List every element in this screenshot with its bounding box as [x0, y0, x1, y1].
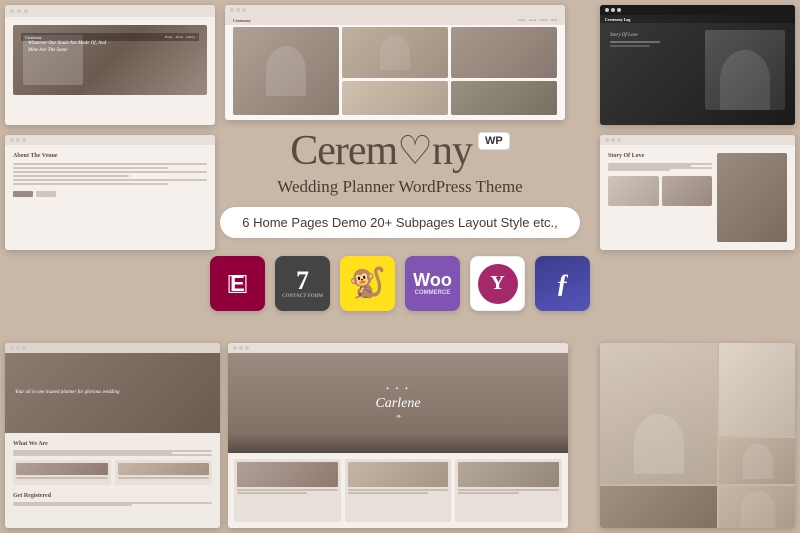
- what-we-are-title: What We Are: [13, 441, 212, 447]
- woocommerce-icon: Woo COMMERCE: [405, 256, 460, 311]
- features-badge: 6 Home Pages Demo 20+ Subpages Layout St…: [220, 207, 579, 238]
- screenshot-mid-right: Story Of Love: [600, 135, 795, 250]
- hero-text: Your all in one trusted planner for glor…: [15, 389, 120, 397]
- story-title: Story Of Love: [608, 153, 712, 159]
- mailchimp-icon: 🐒: [340, 256, 395, 311]
- quote-text: Whatever Our Souls Are Made Of, And Mine…: [28, 40, 108, 54]
- screenshot-bot-left: Your all in one trusted planner for glor…: [5, 343, 220, 528]
- screenshot-top-right: Ceremony Log Story Of Love: [600, 5, 795, 125]
- screenshot-bot-right: [600, 343, 795, 528]
- cta-title: Get Registered: [13, 493, 212, 499]
- screenshot-top-center: Ceremony Home About Gallery Blog: [225, 5, 565, 120]
- screenshot-mid-left: About The Venue: [5, 135, 215, 250]
- logo-area: Cerem♡ny WP: [290, 130, 510, 172]
- venue-title: About The Venue: [13, 153, 207, 159]
- fontawesome-icon:  ƒ: [535, 256, 590, 311]
- screenshot-top-left: Ceremony Home About Gallery Whatever Our…: [5, 5, 215, 125]
- main-container: Ceremony Home About Gallery Whatever Our…: [0, 0, 800, 533]
- cf7-icon: 7 CONTACT FORM: [275, 256, 330, 311]
- center-brand: Carlene: [375, 396, 420, 412]
- yoast-icon: [470, 256, 525, 311]
- theme-tagline: Wedding Planner WordPress Theme: [277, 177, 522, 197]
- elementor-icon: □ E: [210, 256, 265, 311]
- wp-badge: WP: [478, 132, 510, 150]
- plugins-row: □ E 7 CONTACT FORM 🐒 Woo COMMERCE: [210, 256, 590, 311]
- ceremony-logo: Cerem♡ny: [290, 130, 472, 172]
- center-content: Cerem♡ny WP Wedding Planner WordPress Th…: [210, 130, 590, 311]
- screenshot-bot-center: ✦ ✦ ✦ Carlene ❧: [228, 343, 568, 528]
